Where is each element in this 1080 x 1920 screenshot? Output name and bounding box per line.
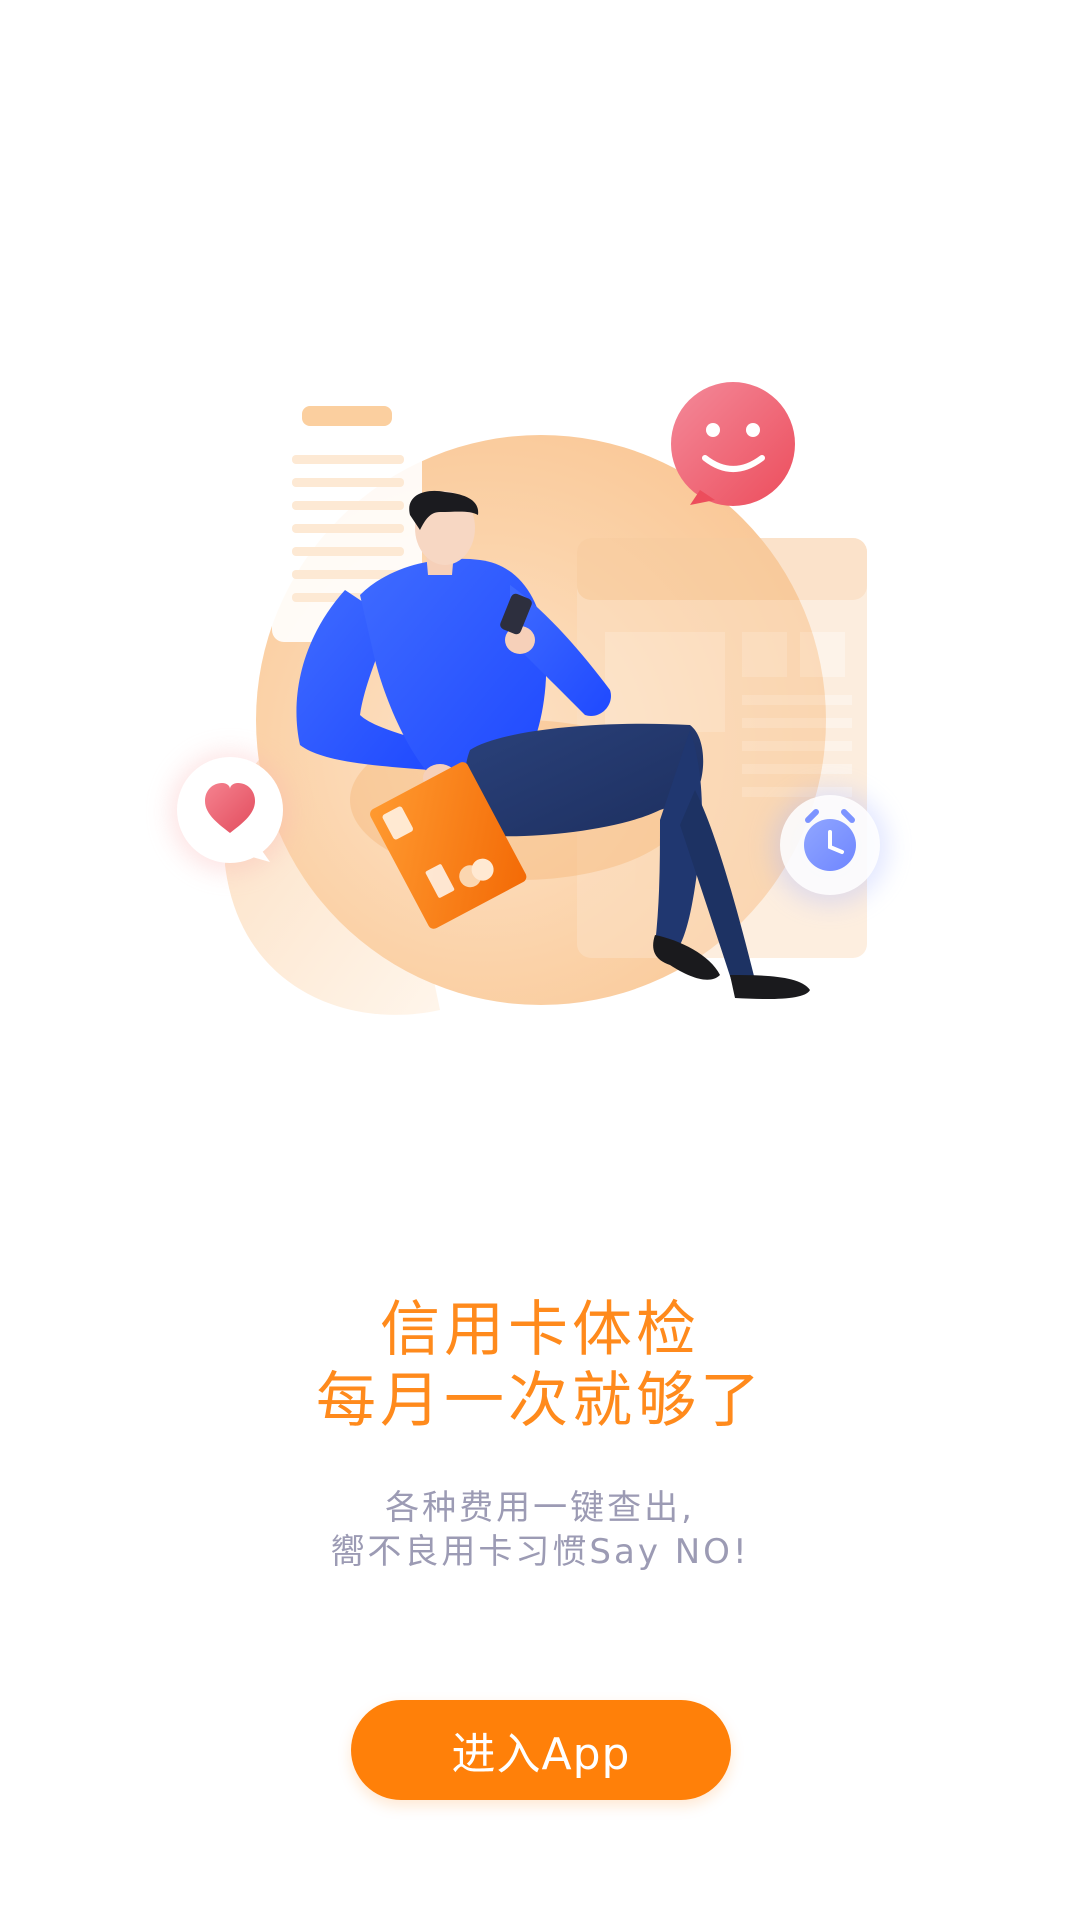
heart-chat-icon bbox=[170, 752, 290, 872]
alarm-clock-icon bbox=[772, 789, 888, 905]
description-line-2: 嚮不良用卡习惯Say NO! bbox=[330, 1532, 750, 1572]
headline-line-1: 信用卡体检 bbox=[380, 1295, 700, 1365]
enter-app-button[interactable]: 进入App bbox=[351, 1700, 731, 1800]
headline-line-2: 每月一次就够了 bbox=[316, 1366, 764, 1436]
description-line-1: 各种费用一键查出, bbox=[385, 1488, 695, 1528]
enter-app-button-label: 进入App bbox=[451, 1729, 631, 1780]
smiley-chat-icon bbox=[671, 382, 795, 506]
onboarding-illustration bbox=[0, 0, 1080, 1100]
